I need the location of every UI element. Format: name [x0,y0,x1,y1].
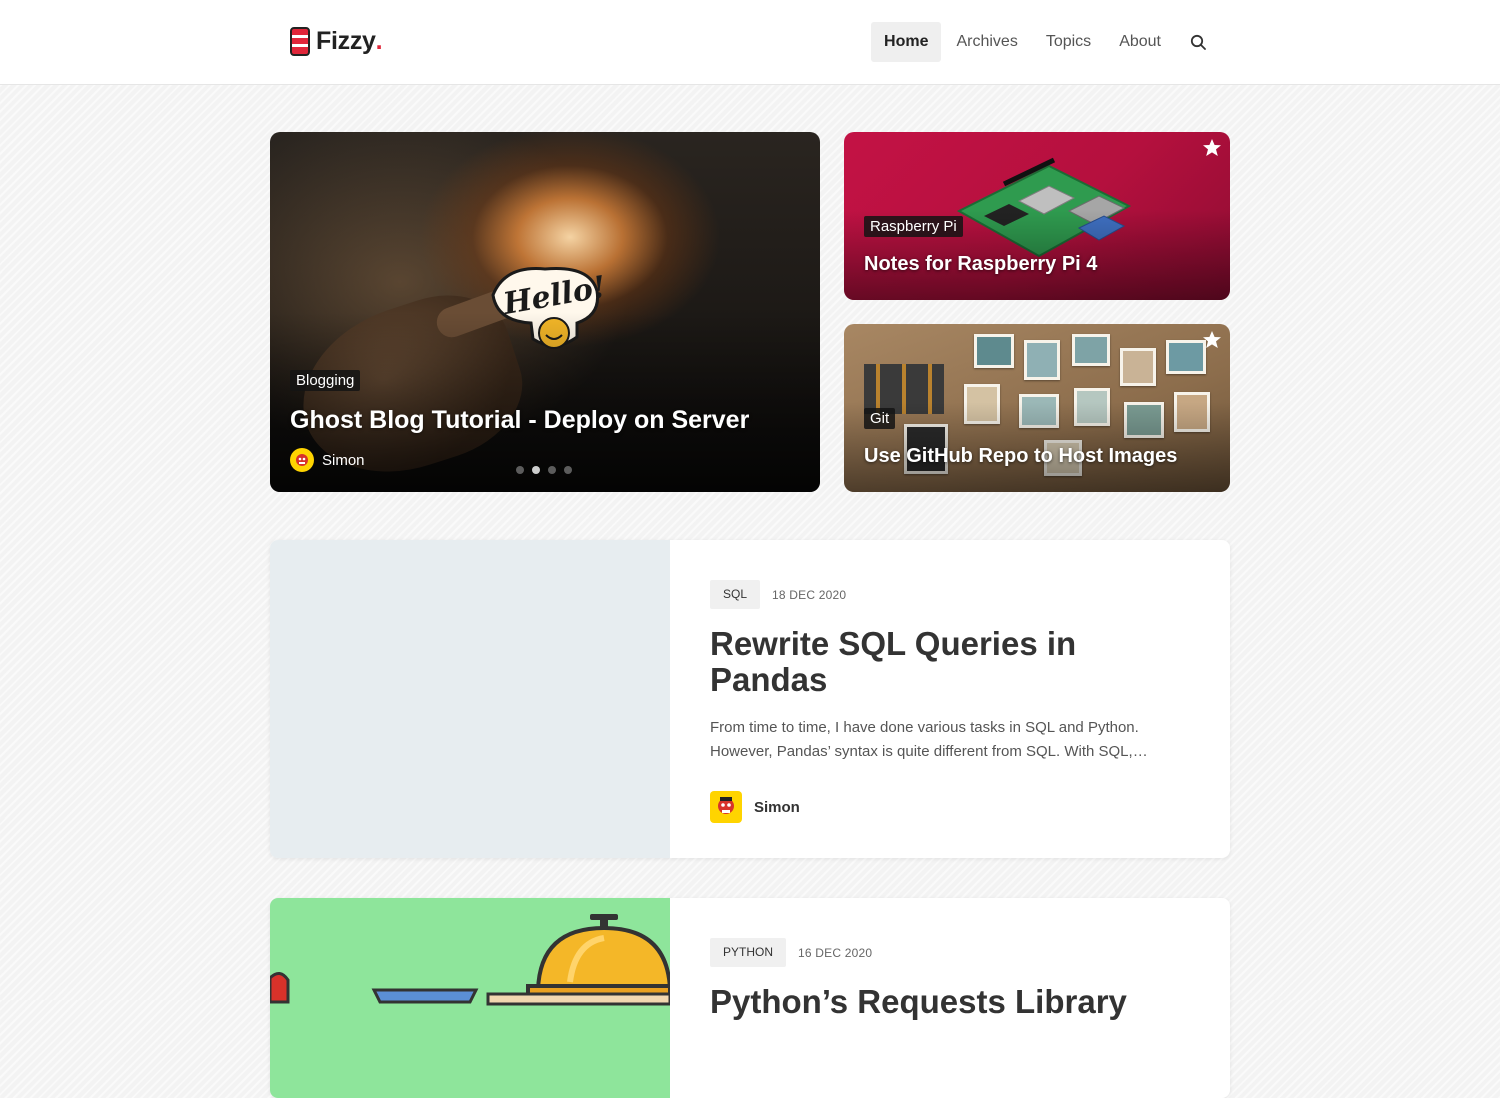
post-card: SQL 18 DEC 2020 Rewrite SQL Queries in P… [270,540,1230,858]
service-bell-illustration [270,914,670,1006]
slider-dot[interactable] [564,466,572,474]
post-excerpt: From time to time, I have done various t… [710,719,1148,760]
nav-topics[interactable]: Topics [1033,22,1104,62]
post-author[interactable]: Simon [710,791,1190,823]
post-date: 16 DEC 2020 [798,945,873,960]
photo-image [1166,340,1206,374]
author-avatar [710,791,742,823]
featured-post-github[interactable]: Git Use GitHub Repo to Host Images [844,324,1230,492]
avatar-character-icon [296,454,308,466]
photo-image [1072,334,1110,366]
slider-dot[interactable] [516,466,524,474]
avatar-character-icon [718,797,734,814]
photo-image [974,334,1014,368]
post-body: SQL 18 DEC 2020 Rewrite SQL Queries in P… [710,580,1190,823]
nav-archives[interactable]: Archives [943,22,1030,62]
post-title[interactable]: Python’s Requests Library [710,984,1190,1020]
nav-home[interactable]: Home [871,22,942,62]
post-title[interactable]: Rewrite SQL Queries in Pandas [710,626,1130,698]
featured-post-raspberry[interactable]: Raspberry Pi Notes for Raspberry Pi 4 [844,132,1230,300]
featured-tag[interactable]: Blogging [290,370,361,391]
featured-tag[interactable]: Raspberry Pi [864,216,963,237]
main-nav: Home Archives Topics About [869,22,1218,62]
search-button[interactable] [1178,22,1218,62]
slider-dots [516,466,580,474]
featured-tag[interactable]: Git [864,408,896,429]
featured-author-name: Simon [322,451,365,469]
site-logo[interactable]: Fizzy. [290,27,383,56]
featured-title[interactable]: Ghost Blog Tutorial - Deploy on Server [290,406,749,435]
featured-author[interactable]: Simon [290,448,365,472]
search-icon [1190,34,1206,50]
post-tag[interactable]: PYTHON [710,938,787,967]
nav-about[interactable]: About [1106,22,1174,62]
post-meta: PYTHON 16 DEC 2020 [710,938,1190,967]
can-logo-icon [290,27,310,56]
post-image-placeholder[interactable] [270,540,670,858]
featured-title[interactable]: Use GitHub Repo to Host Images [864,445,1177,468]
star-icon [1203,331,1221,348]
featured-title[interactable]: Notes for Raspberry Pi 4 [864,253,1097,276]
slider-dot[interactable] [548,466,556,474]
post-meta: SQL 18 DEC 2020 [710,580,1190,609]
post-card: PYTHON 16 DEC 2020 Python’s Requests Lib… [270,898,1230,1098]
site-header: Fizzy. Home Archives Topics About [0,0,1500,85]
photo-image [1120,348,1156,386]
site-title-dot: . [375,27,383,55]
post-tag[interactable]: SQL [710,580,761,609]
site-title: Fizzy [316,27,376,55]
post-image[interactable] [270,898,670,1098]
star-icon [1203,139,1221,156]
featured-post-main[interactable]: Hello! Blogging Ghost Blog Tutorial - De… [270,132,820,492]
photo-image [1024,340,1060,380]
post-author-name: Simon [754,798,800,816]
post-body: PYTHON 16 DEC 2020 Python’s Requests Lib… [710,938,1190,1020]
post-date: 18 DEC 2020 [772,587,847,602]
author-avatar [290,448,314,472]
slider-dot-active[interactable] [532,466,540,474]
